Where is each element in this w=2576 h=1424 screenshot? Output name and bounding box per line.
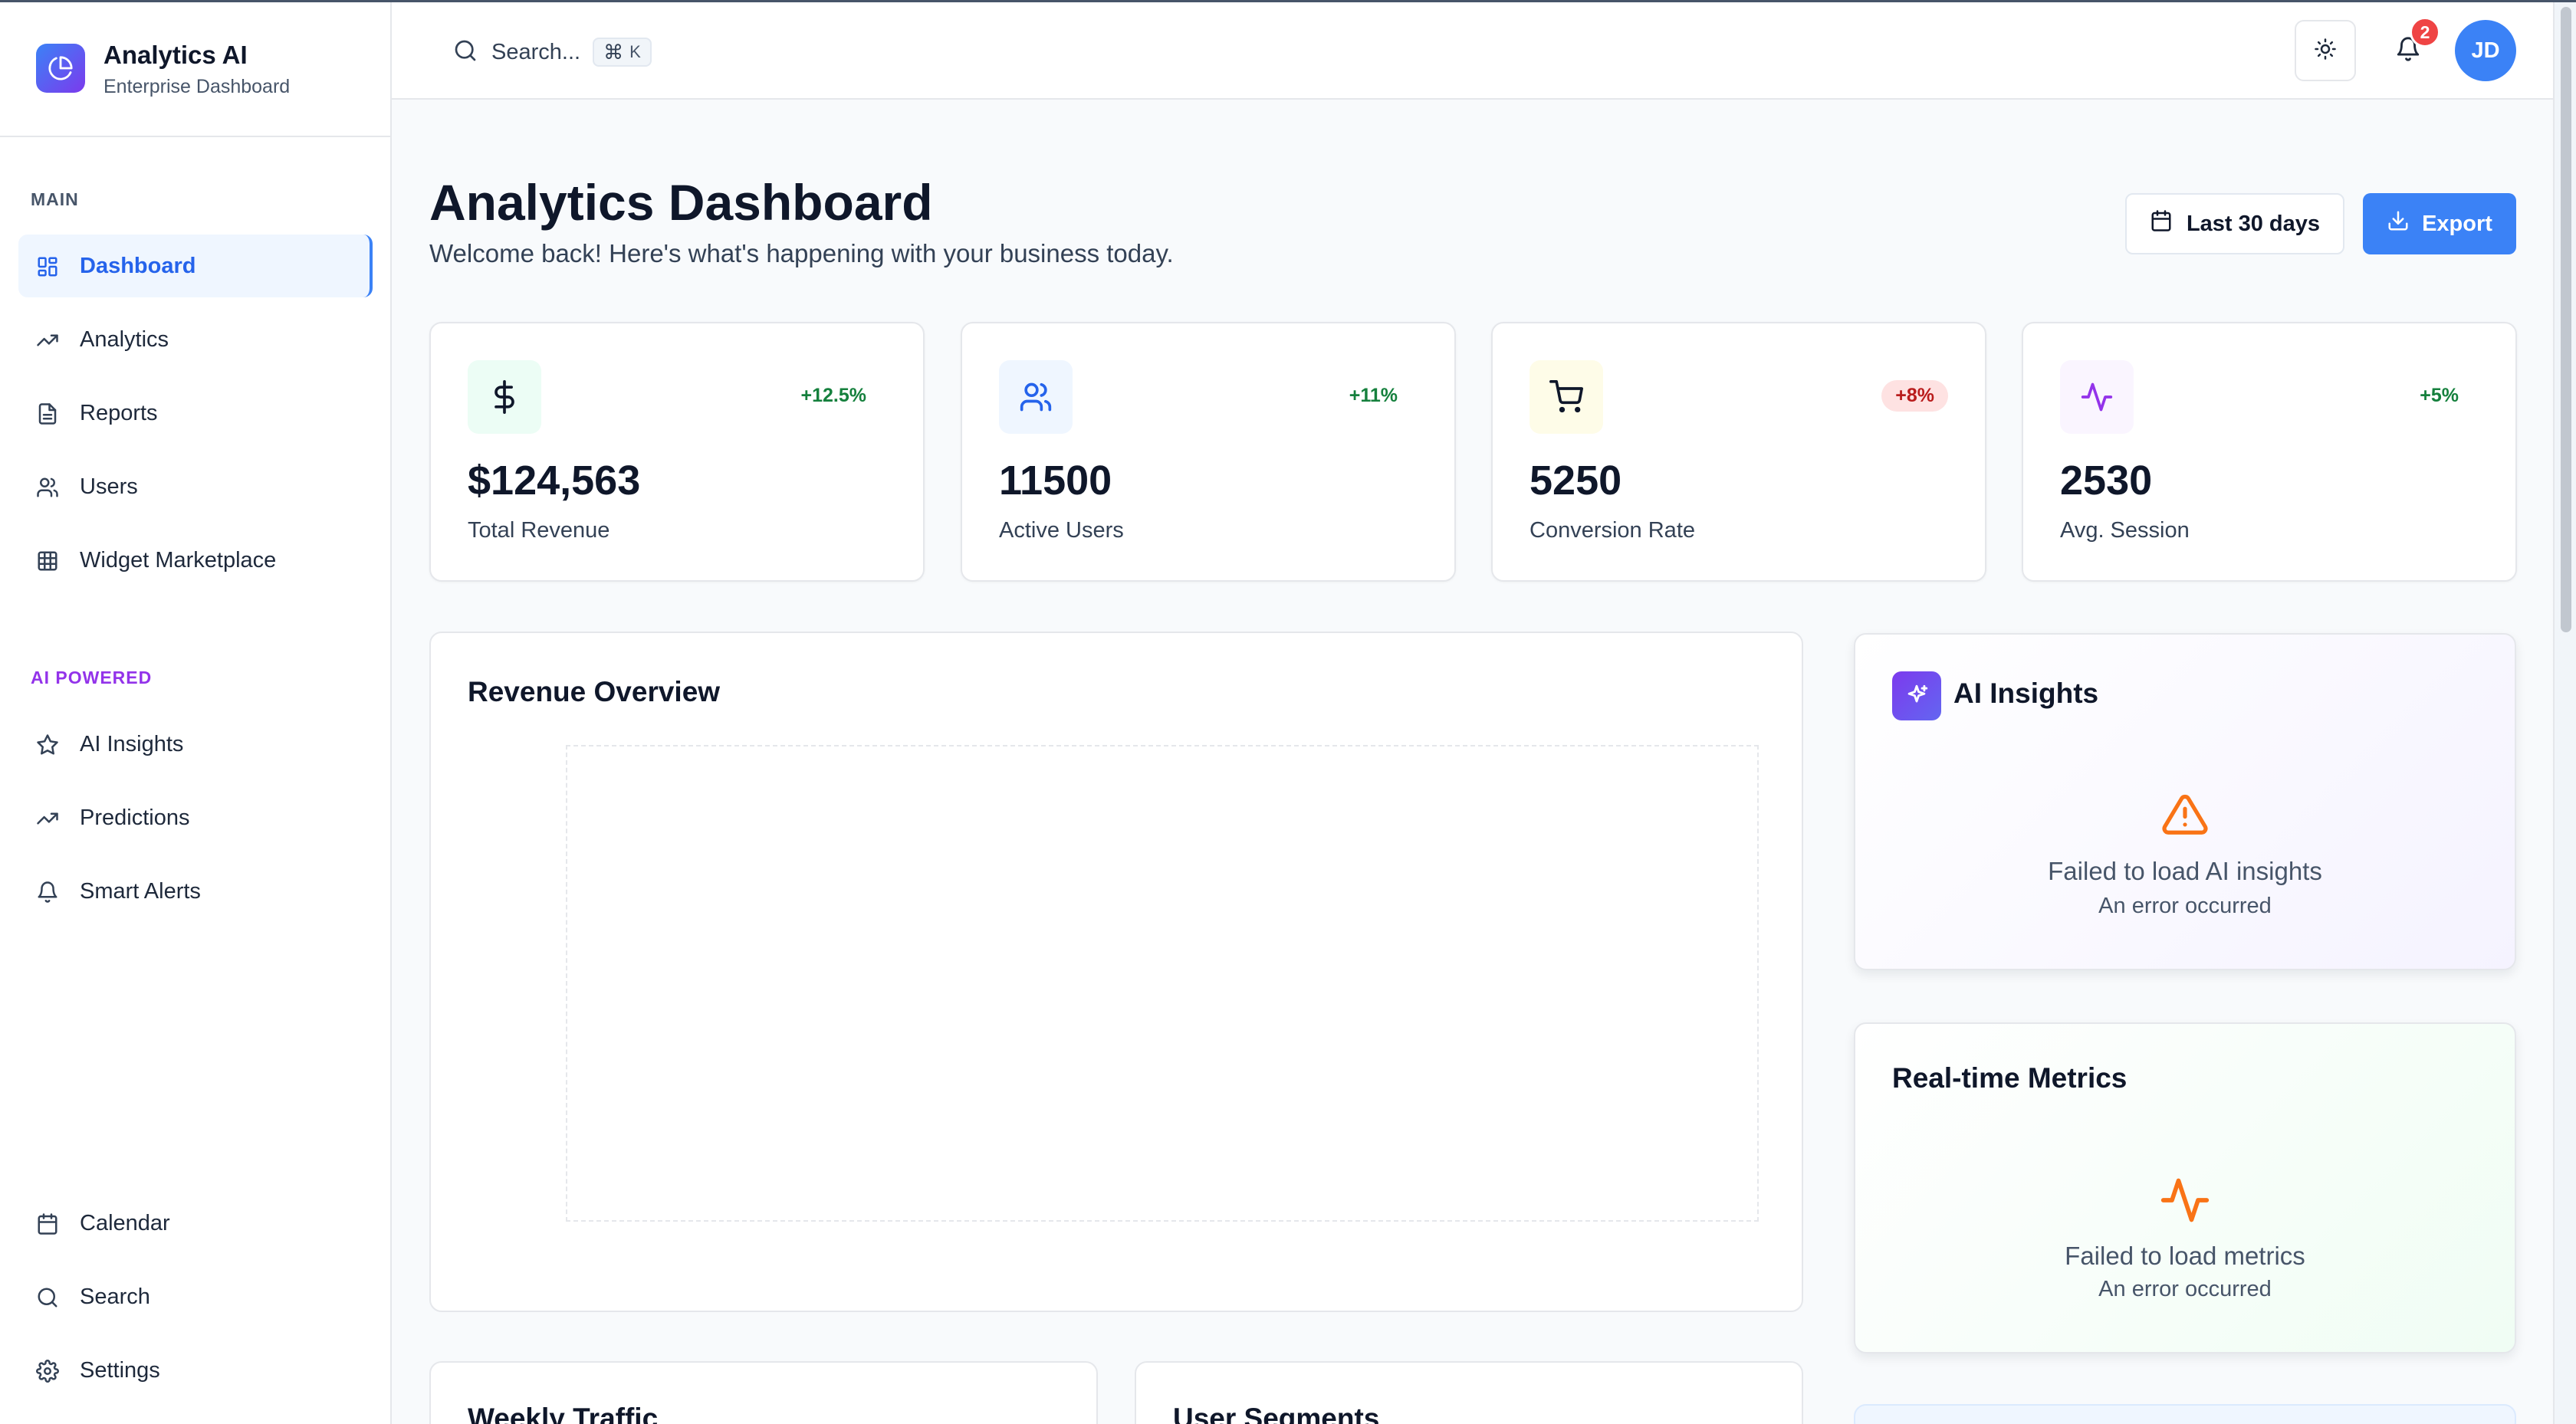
export-label: Export [2422,211,2492,236]
top-header: Search... ⌘ K JD [392,2,2553,100]
stat-label: Active Users [999,518,1124,543]
stat-change: +11% [1349,385,1398,406]
star-icon [35,733,60,757]
sidebar-item-label: Predictions [80,806,190,830]
date-range-label: Last 30 days [2186,211,2321,236]
theme-toggle-button[interactable] [2295,20,2356,81]
section-label-ai: AI POWERED [31,668,153,687]
sparkles-icon [1892,671,1941,720]
activity-icon [2159,1174,2211,1230]
user-segments-title: User Segments [1173,1403,1380,1424]
page-title: Analytics Dashboard [429,174,933,231]
next-panel-peek [1854,1404,2516,1424]
search-placeholder: Search... [491,39,581,64]
trending-up-icon [35,328,60,353]
activity-icon [2060,360,2134,434]
stat-card-revenue[interactable]: +12.5% $124,563 Total Revenue [429,322,925,582]
scrollbar-thumb[interactable] [2561,7,2571,632]
stat-change: +12.5% [800,385,867,406]
sidebar-item-label: Reports [80,401,158,425]
user-segments-panel: User Segments [1135,1361,1803,1424]
shortcut-key: K [629,42,641,61]
sidebar-item-label: Settings [80,1358,160,1383]
brand-subtitle: Enterprise Dashboard [104,76,291,97]
ai-insights-title: AI Insights [1953,678,2099,709]
keyboard-shortcut: ⌘ K [593,38,652,67]
ai-insights-panel: AI Insights Failed to load AI insights A… [1854,633,2516,970]
weekly-traffic-title: Weekly Traffic [468,1403,659,1424]
stat-change: +5% [2420,385,2459,406]
sidebar-item-settings[interactable]: Settings [18,1339,373,1402]
trending-up-icon [35,806,60,831]
stat-label: Conversion Rate [1530,518,1695,543]
weekly-traffic-panel: Weekly Traffic [429,1361,1098,1424]
sidebar-item-label: Analytics [80,327,169,352]
calendar-icon [35,1212,60,1236]
ai-insights-error-message: An error occurred [2098,894,2272,918]
global-search[interactable]: Search... ⌘ K [453,33,652,71]
page-scrollbar[interactable] [2553,2,2576,1424]
stat-card-session[interactable]: +5% 2530 Avg. Session [2022,322,2517,582]
users-icon [999,360,1073,434]
brand[interactable]: Analytics AI Enterprise Dashboard [0,2,390,137]
stat-value: $124,563 [468,458,641,504]
page-subtitle: Welcome back! Here's what's happening wi… [429,239,1174,267]
brand-title: Analytics AI [104,41,248,69]
stat-label: Total Revenue [468,518,610,543]
stat-card-users[interactable]: +11% 11500 Active Users [961,322,1456,582]
sidebar-item-label: Dashboard [80,254,196,278]
stat-card-conversion[interactable]: +8% 5250 Conversion Rate [1491,322,1986,582]
sun-icon [2314,38,2337,64]
sidebar-item-label: Search [80,1285,150,1309]
stat-value: 2530 [2060,458,2153,504]
analytics-logo-icon [36,44,85,93]
sidebar-item-search[interactable]: Search [18,1265,373,1328]
bell-icon [35,880,60,904]
gear-icon [35,1359,60,1383]
grid-icon [35,254,60,279]
export-button[interactable]: Export [2363,193,2516,254]
sidebar-item-smart-alerts[interactable]: Smart Alerts [18,860,373,923]
sidebar-item-predictions[interactable]: Predictions [18,786,373,849]
revenue-chart-area [566,745,1759,1222]
search-icon [453,38,478,67]
revenue-overview-title: Revenue Overview [468,676,721,707]
sidebar-item-ai-insights[interactable]: AI Insights [18,713,373,776]
realtime-error-message: An error occurred [2098,1277,2272,1301]
stat-value: 11500 [999,458,1112,504]
sidebar-item-users[interactable]: Users [18,455,373,518]
section-label-main: MAIN [31,189,79,209]
sidebar-item-label: AI Insights [80,732,184,756]
sidebar-item-label: Calendar [80,1211,170,1235]
ai-insights-error-title: Failed to load AI insights [2048,857,2322,885]
sidebar-item-label: Widget Marketplace [80,548,277,573]
date-range-button[interactable]: Last 30 days [2125,193,2344,254]
command-icon: ⌘ [603,40,624,64]
warning-icon [2159,791,2211,842]
grid-table-icon [35,549,60,573]
sidebar-item-label: Users [80,474,138,499]
download-icon [2387,209,2410,238]
sidebar-item-reports[interactable]: Reports [18,382,373,445]
search-icon [35,1285,60,1310]
realtime-metrics-title: Real-time Metrics [1892,1062,2128,1094]
users-icon [35,475,60,500]
sidebar-item-analytics[interactable]: Analytics [18,308,373,371]
calendar-icon [2150,209,2173,238]
notification-badge: 2 [2410,17,2440,48]
sidebar: Analytics AI Enterprise Dashboard MAIN D… [0,2,392,1424]
stat-change: +8% [1881,380,1948,412]
stat-label: Avg. Session [2060,518,2190,543]
stat-value: 5250 [1530,458,1622,504]
dollar-icon [468,360,541,434]
cart-icon [1530,360,1603,434]
realtime-error-title: Failed to load metrics [2065,1242,2305,1270]
sidebar-item-calendar[interactable]: Calendar [18,1192,373,1255]
avatar[interactable]: JD [2455,20,2516,81]
realtime-metrics-panel: Real-time Metrics Failed to load metrics… [1854,1022,2516,1353]
file-text-icon [35,402,60,426]
sidebar-item-label: Smart Alerts [80,879,201,904]
sidebar-item-dashboard[interactable]: Dashboard [18,235,373,297]
sidebar-item-widget-marketplace[interactable]: Widget Marketplace [18,529,373,592]
